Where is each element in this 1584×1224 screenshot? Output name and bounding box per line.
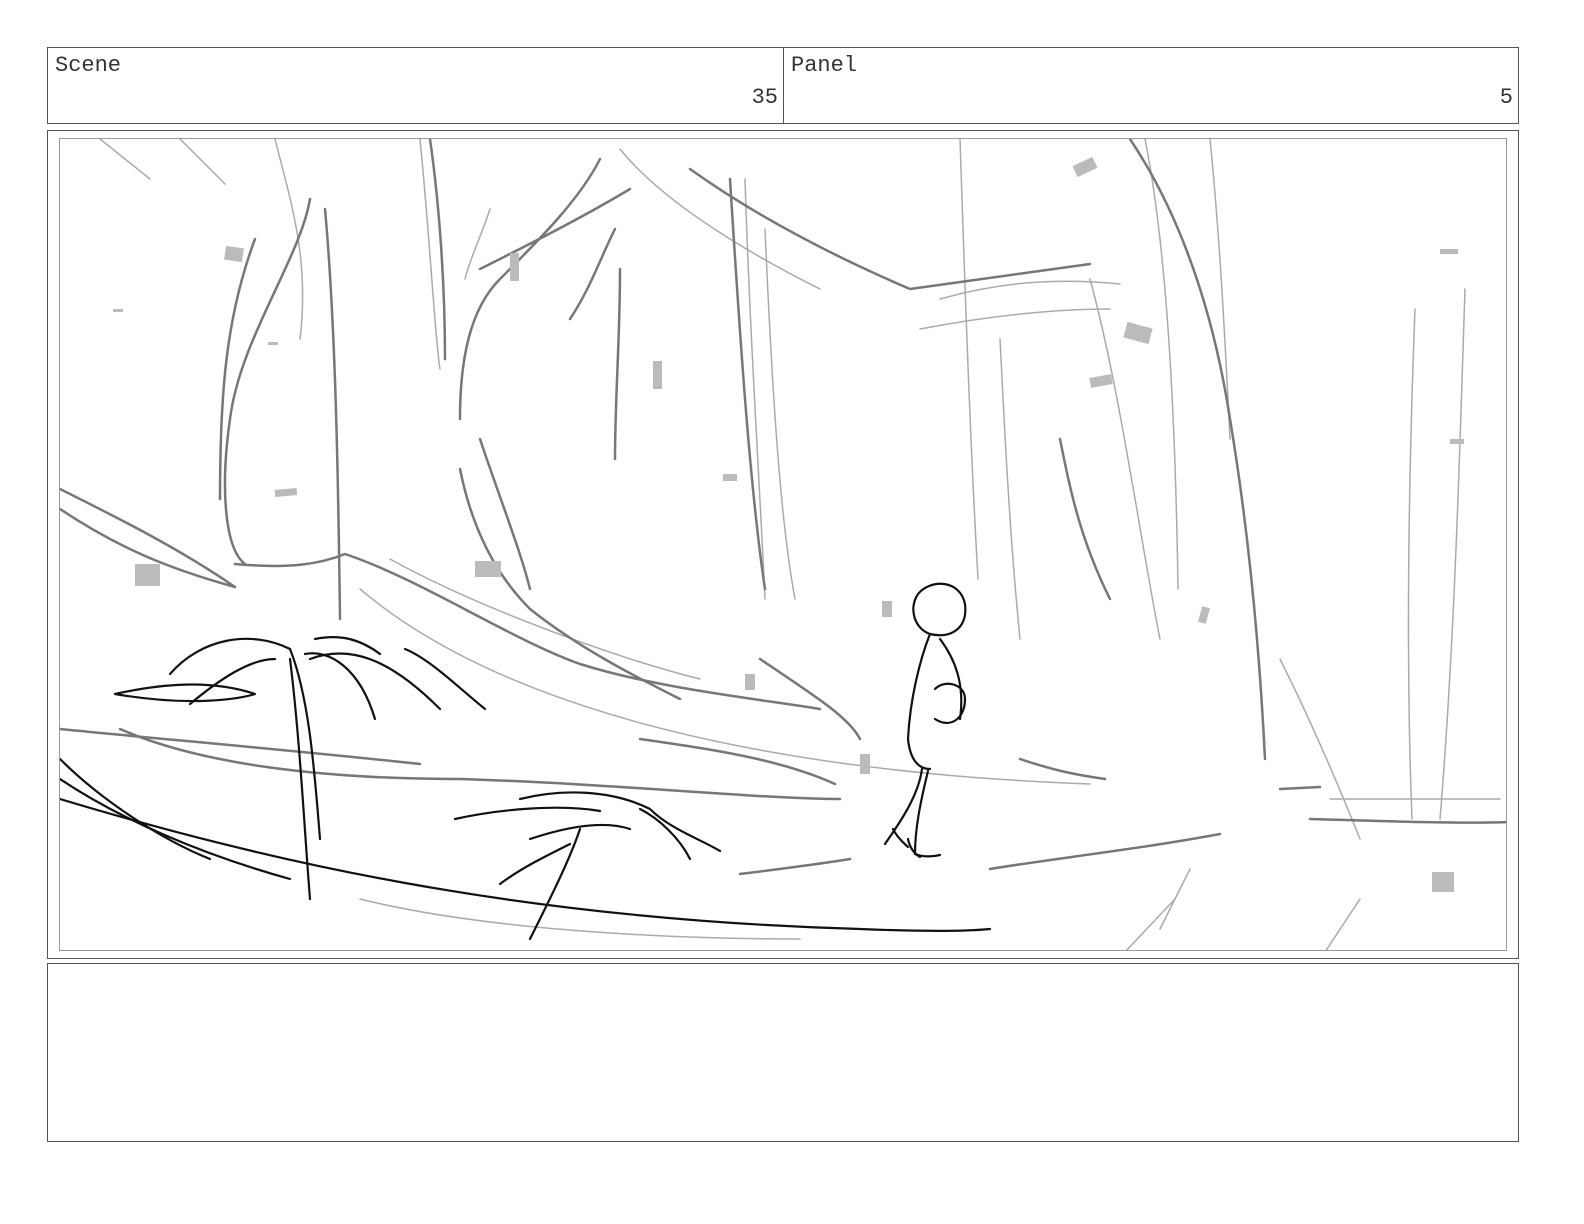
scene-number: 35 (751, 85, 778, 110)
panel-cell: Panel 5 (783, 47, 1519, 124)
scene-label: Scene (55, 53, 122, 78)
panel-label: Panel (791, 53, 858, 78)
scene-cell: Scene 35 (47, 47, 784, 124)
storyboard-frame-inner (59, 138, 1507, 951)
notes-box (47, 963, 1519, 1142)
storyboard-sketch-forest-child-icon (60, 139, 1506, 950)
storyboard-frame (47, 130, 1519, 959)
panel-number: 5 (1499, 85, 1513, 110)
